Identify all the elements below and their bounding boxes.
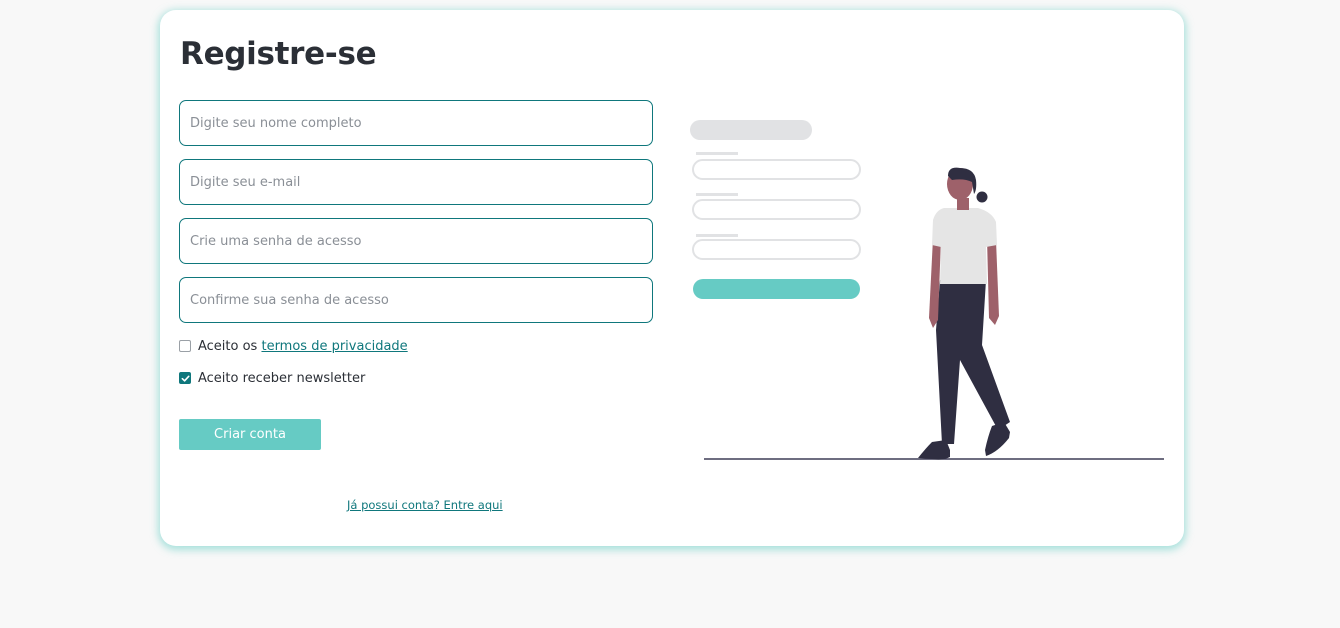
newsletter-label: Aceito receber newsletter: [198, 370, 366, 386]
create-account-button[interactable]: Criar conta: [179, 419, 321, 450]
password-input[interactable]: [179, 218, 653, 264]
newsletter-row: Aceito receber newsletter: [179, 370, 365, 386]
full-name-input[interactable]: [179, 100, 653, 146]
page-title: Registre-se: [180, 36, 377, 72]
terms-row: Aceito os termos de privacidade: [179, 338, 408, 354]
signup-illustration: [690, 120, 1164, 460]
terms-checkbox[interactable]: [179, 340, 191, 352]
person-icon: [918, 167, 1010, 460]
terms-label-prefix: Aceito os: [198, 338, 262, 354]
register-card: Registre-se Aceito os termos de privacid…: [160, 10, 1184, 546]
mock-form-icon: [690, 120, 861, 299]
email-input[interactable]: [179, 159, 653, 205]
login-link[interactable]: Já possui conta? Entre aqui: [347, 498, 503, 512]
newsletter-checkbox[interactable]: [179, 372, 191, 384]
confirm-password-input[interactable]: [179, 277, 653, 323]
terms-link[interactable]: termos de privacidade: [261, 339, 407, 354]
checkmark-icon: [181, 375, 190, 382]
